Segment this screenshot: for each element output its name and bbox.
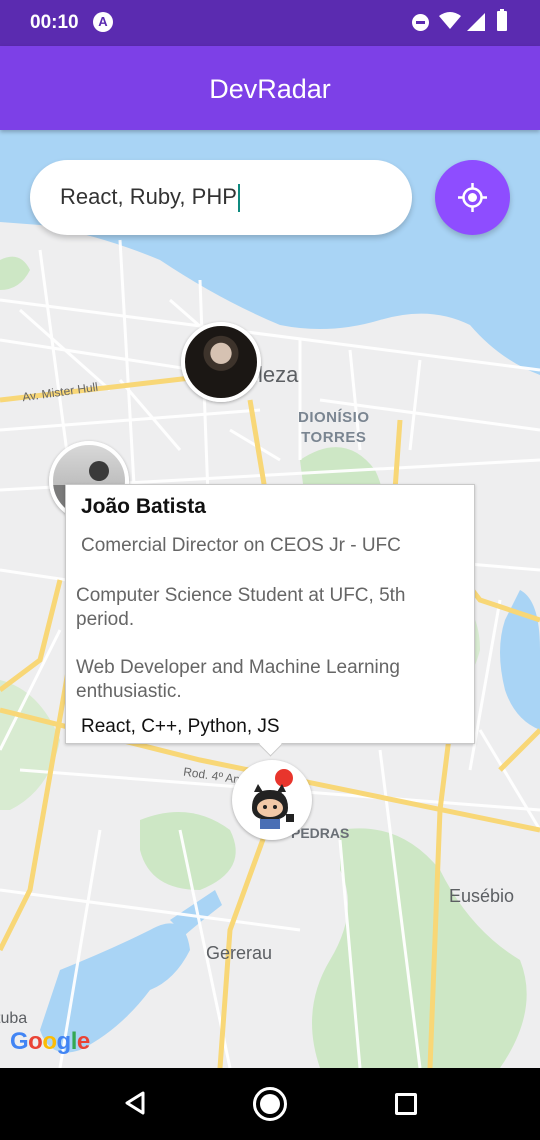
home-icon[interactable] [253, 1087, 287, 1121]
google-logo-letter: G [10, 1028, 29, 1055]
status-time: 00:10 [30, 12, 79, 33]
google-logo-letter: e [76, 1028, 90, 1055]
dev-name: João Batista [81, 495, 206, 518]
my-location-icon [458, 183, 487, 212]
search-input[interactable]: React, Ruby, PHP [60, 184, 240, 213]
dev-role: Comercial Director on CEOS Jr - UFC [81, 535, 401, 556]
google-logo-letter: o [42, 1028, 57, 1055]
text-caret [237, 184, 240, 213]
search-box[interactable]: React, Ruby, PHP [30, 160, 412, 235]
google-logo-letter: g [56, 1028, 72, 1055]
app-title: DevRadar [209, 74, 331, 104]
dev-bio: Computer Science Student at UFC, 5th per… [76, 585, 406, 702]
map-label-fortaleza: leza [258, 362, 299, 387]
map-label-dionisio-line2: TORRES [301, 429, 367, 446]
recents-icon[interactable] [395, 1093, 417, 1115]
search-input-text: React, Ruby, PHP [60, 184, 237, 209]
navigation-bar [0, 1068, 540, 1140]
google-logo-letter: o [28, 1028, 43, 1055]
dev-techs: React, C++, Python, JS [81, 716, 280, 737]
dev-marker-avatar[interactable] [232, 760, 312, 840]
dev-marker-avatar[interactable] [181, 322, 261, 402]
wifi-icon [439, 12, 461, 29]
battery-icon [497, 9, 507, 31]
map-label-dionisio-torres: DIONÍSIO TORRES [298, 408, 370, 448]
dev-callout[interactable]: João Batista Comercial Director on CEOS … [65, 484, 475, 757]
map-label-tuba: tuba [0, 1010, 28, 1027]
signal-icon [467, 13, 485, 31]
locate-button[interactable] [435, 160, 510, 235]
status-bar: 00:10 A [0, 0, 540, 46]
octocat-icon [252, 769, 294, 829]
app-bar: DevRadar [0, 46, 540, 130]
dnd-icon [412, 14, 429, 31]
back-icon[interactable] [124, 1091, 146, 1115]
google-logo: Google [10, 1028, 90, 1056]
app-notification-icon: A [93, 12, 113, 32]
map-label-gererau: Gererau [206, 943, 273, 963]
map-label-dionisio-line1: DIONÍSIO [298, 409, 370, 426]
map-view[interactable]: leza DIONÍSIO TORRES Av. Mister Hull Rod… [0, 130, 540, 1068]
map-label-eusebio: Eusébio [449, 886, 515, 906]
